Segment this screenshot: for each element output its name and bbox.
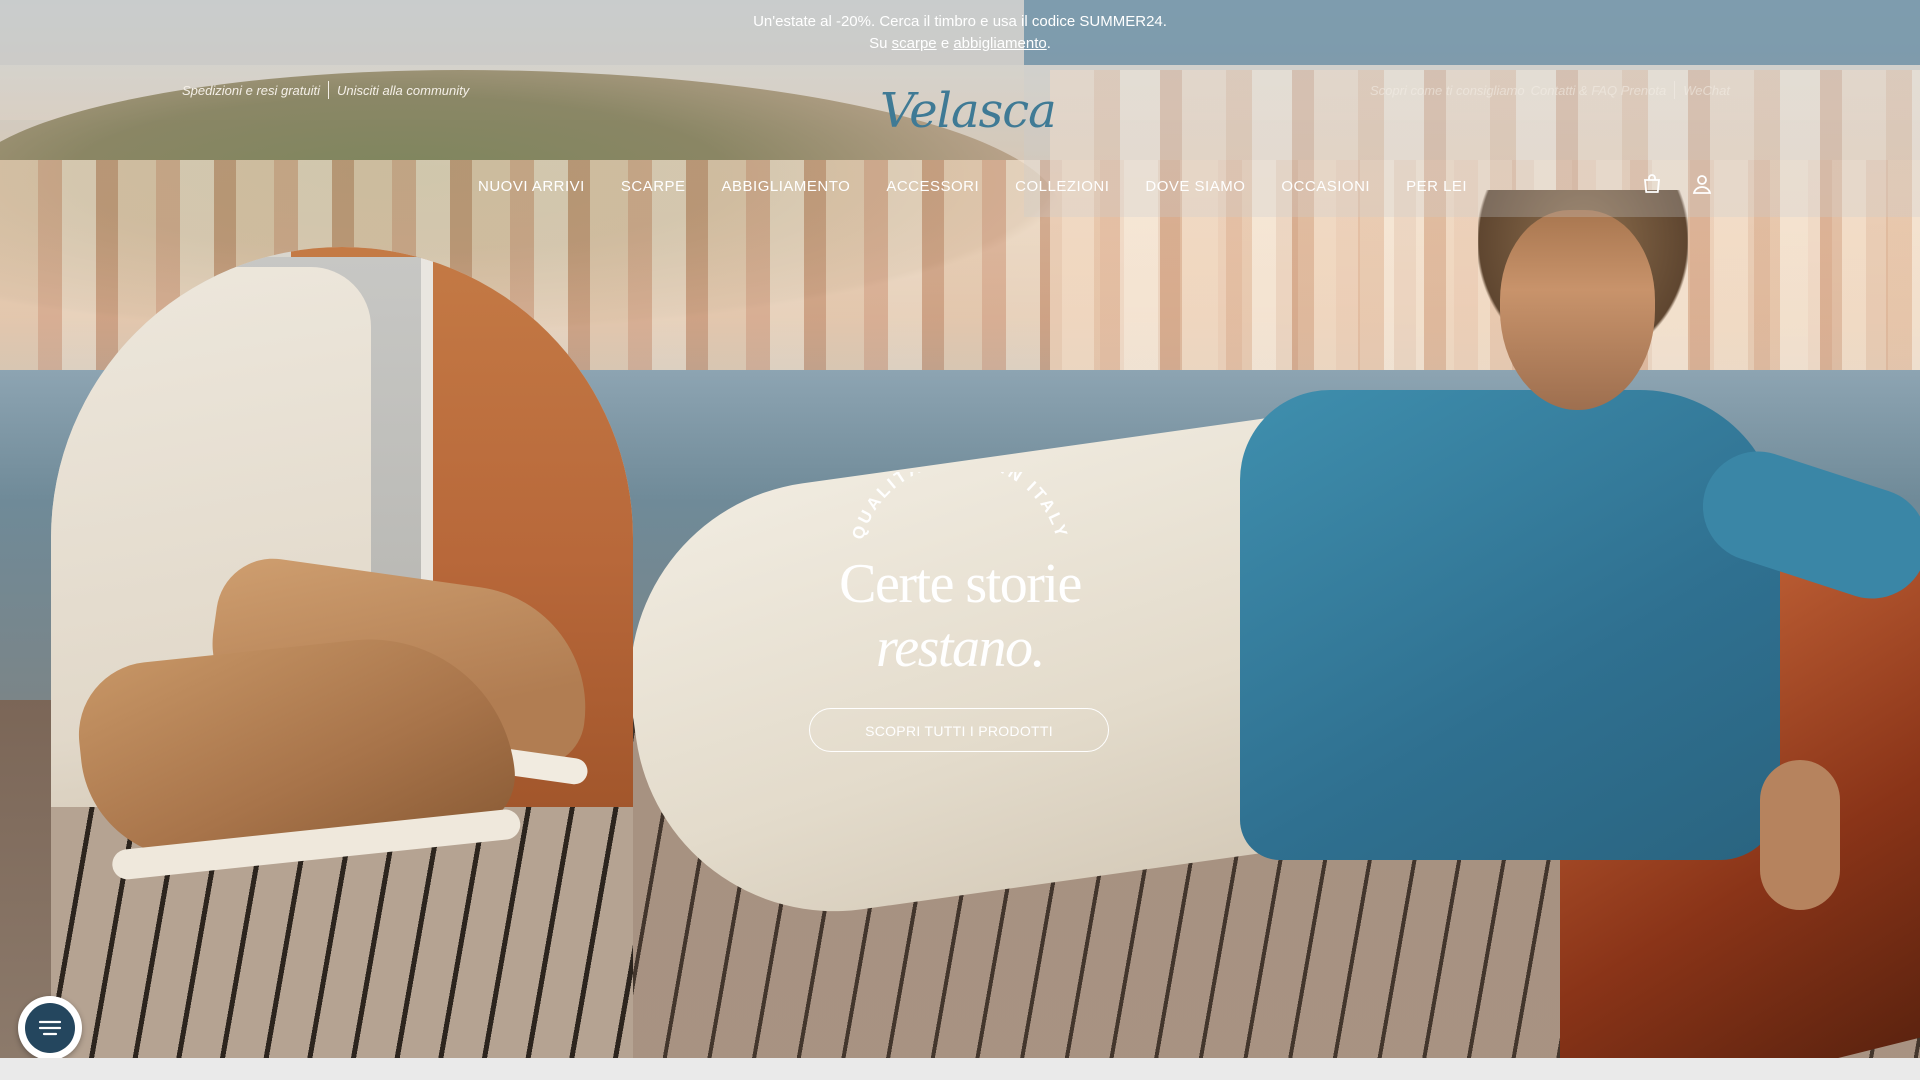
contacts-faq-link[interactable]: Contatti & FAQ Prenota: [1531, 83, 1667, 98]
promo-line-2: Su scarpe e abbigliamento.: [869, 34, 1051, 52]
wechat-link[interactable]: WeChat: [1683, 83, 1730, 98]
svg-text:QUALITÀ MADE IN ITALY: QUALITÀ MADE IN ITALY: [848, 472, 1072, 542]
divider: [1674, 81, 1676, 99]
shopping-bag-icon[interactable]: [1640, 172, 1664, 196]
brand-logo[interactable]: Velasca: [880, 80, 1057, 142]
nav-collezioni[interactable]: COLLEZIONI: [1015, 174, 1109, 200]
nav-abbigliamento[interactable]: ABBIGLIAMENTO: [722, 174, 851, 200]
free-shipping-link[interactable]: Spedizioni e resi gratuiti: [182, 83, 320, 98]
nav-per-lei[interactable]: PER LEI: [1406, 174, 1467, 200]
header-icons: [1640, 172, 1714, 196]
nav-scarpe[interactable]: SCARPE: [621, 174, 686, 200]
hero-shoe-inset-image: [51, 247, 633, 1058]
nav-accessori[interactable]: ACCESSORI: [886, 174, 979, 200]
nav-dove-siamo[interactable]: DOVE SIAMO: [1145, 174, 1245, 200]
promo-bar: Un'estate al -20%. Cerca il timbro e usa…: [0, 0, 1920, 65]
utility-links-right: Scopri come ti consigliamo Contatti & FA…: [1370, 80, 1730, 100]
page-bottom-strip: [0, 1058, 1920, 1080]
shop-all-button[interactable]: SCOPRI TUTTI I PRODOTTI: [809, 708, 1109, 752]
headline-line-1: Certe storie: [839, 553, 1082, 615]
divider: [328, 81, 330, 99]
promo-link-scarpe[interactable]: scarpe: [892, 35, 937, 52]
join-community-link[interactable]: Unisciti alla community: [337, 83, 469, 98]
main-navigation: NUOVI ARRIVI SCARPE ABBIGLIAMENTO ACCESS…: [478, 174, 1503, 200]
advice-link[interactable]: Scopri come ti consigliamo: [1370, 83, 1525, 98]
utility-links-left: Spedizioni e resi gratuiti Unisciti alla…: [182, 80, 469, 100]
promo-line-1: Un'estate al -20%. Cerca il timbro e usa…: [753, 12, 1167, 30]
user-icon[interactable]: [1690, 172, 1714, 196]
nav-nuovi-arrivi[interactable]: NUOVI ARRIVI: [478, 174, 585, 200]
chat-menu-icon: [25, 1003, 75, 1053]
promo-link-abbigliamento[interactable]: abbigliamento: [953, 35, 1046, 52]
headline-line-2: restano.: [876, 617, 1045, 679]
chat-widget-button[interactable]: [18, 996, 82, 1060]
nav-occasioni[interactable]: OCCASIONI: [1281, 174, 1370, 200]
badge-text: QUALITÀ MADE IN ITALY: [848, 472, 1069, 542]
hero-headline: Certe storie restano.: [760, 552, 1160, 680]
